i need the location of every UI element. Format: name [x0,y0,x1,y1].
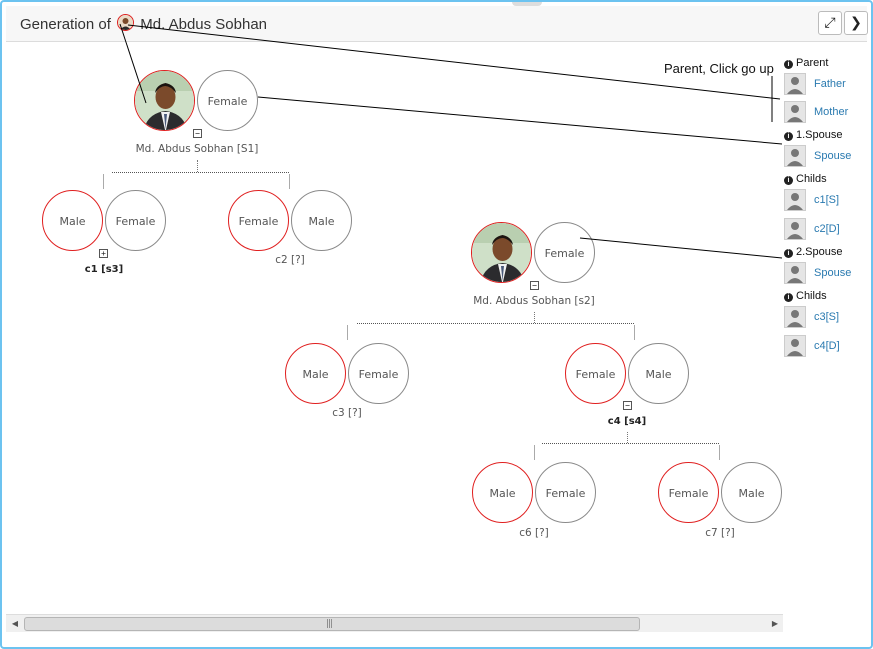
annotation-note: Parent, Click go up [664,61,774,76]
spouse-thumb[interactable] [784,145,806,167]
info-icon: i [784,60,793,69]
page-title: Generation of Md. Abdus Sobhan [20,14,267,33]
scroll-right-icon[interactable]: ▶ [768,615,782,632]
child-thumb[interactable] [784,189,806,211]
annotation-line [579,237,783,259]
person-silhouette-icon [785,336,805,356]
collapse-toggle[interactable]: − [530,281,539,290]
title-prefix: Generation of [20,16,111,33]
scrollbar-thumb[interactable]: ||| [24,617,640,631]
person-silhouette-icon [785,263,805,283]
sibling-line [112,172,289,173]
connector [103,174,104,189]
child-node-male[interactable]: Male [285,343,346,404]
person-silhouette-icon [785,190,805,210]
child-thumb[interactable] [784,218,806,240]
person-photo-node[interactable] [471,222,532,283]
sidebar-link-c2[interactable]: c2[D] [814,223,840,235]
info-icon: i [784,132,793,141]
person-silhouette-icon [785,307,805,327]
child-node-male[interactable]: Male [42,190,103,251]
spouse-node-female[interactable]: Female [197,70,258,131]
child-caption[interactable]: c1 [s3] [85,264,123,275]
spouse-node-female[interactable]: Female [534,222,595,283]
spouse-node-male[interactable]: Male [721,462,782,523]
sidebar-header-spouse-2: i 2.Spouse [784,246,842,258]
child-caption[interactable]: c7 [?] [705,527,735,539]
title-person-name[interactable]: Md. Abdus Sobhan [140,16,267,33]
sidebar-header-childs-2: i Childs [784,290,827,302]
sidebar-link-c1[interactable]: c1[S] [814,194,839,206]
person-silhouette-icon [785,219,805,239]
scroll-corner [783,614,867,644]
info-icon: i [784,176,793,185]
grip-icon: ||| [326,619,333,629]
connector [289,174,290,189]
scroll-left-icon[interactable]: ◀ [8,615,22,632]
spouse-node-female[interactable]: Female [348,343,409,404]
sidebar-header-spouse-1: i 1.Spouse [784,129,842,141]
person-silhouette-icon [785,74,805,94]
spouse-node-female[interactable]: Female [105,190,166,251]
child-thumb[interactable] [784,335,806,357]
person-photo-node[interactable] [134,70,195,131]
horizontal-scrollbar[interactable]: ◀ ||| ▶ [6,614,783,632]
info-icon: i [784,293,793,302]
child-thumb[interactable] [784,306,806,328]
connector [634,325,635,340]
child-caption[interactable]: c4 [s4] [608,416,646,427]
sidebar-header-parent: i Parent [784,57,828,69]
panel-header: Generation of Md. Abdus Sobhan ⤢ ❯ [6,6,868,42]
connector [534,445,535,460]
connector [197,160,198,172]
sidebar-link-mother[interactable]: Mother [814,106,848,118]
generation-panel: Generation of Md. Abdus Sobhan ⤢ ❯ Femal… [0,0,873,649]
connector [627,432,628,443]
title-avatar[interactable] [117,14,135,31]
person-photo [472,223,531,282]
collapse-toggle[interactable]: − [623,401,632,410]
sibling-line [542,443,719,444]
info-icon: i [784,249,793,258]
connector [534,312,535,323]
expand-icon: ⤢ [824,15,836,31]
spouse-thumb[interactable] [784,262,806,284]
connector [347,325,348,340]
annotation-lines [119,23,783,259]
sidebar-link-c4[interactable]: c4[D] [814,340,840,352]
child-node-female[interactable]: Female [565,343,626,404]
sidebar-link-spouse-2[interactable]: Spouse [814,267,851,279]
collapse-toggle[interactable]: − [193,129,202,138]
child-node-female[interactable]: Female [228,190,289,251]
chevron-right-icon: ❯ [850,15,862,31]
child-caption[interactable]: c6 [?] [519,527,549,539]
annotation-line [257,96,783,145]
sibling-line [357,323,634,324]
sidebar-header-childs-1: i Childs [784,173,827,185]
child-node-male[interactable]: Male [472,462,533,523]
spouse-node-female[interactable]: Female [535,462,596,523]
expand-button[interactable]: ⤢ [818,11,842,35]
sidebar-link-c3[interactable]: c3[S] [814,311,839,323]
sidebar-link-spouse-1[interactable]: Spouse [814,150,851,162]
mother-thumb[interactable] [784,101,806,123]
sidebar-link-father[interactable]: Father [814,78,846,90]
connector [719,445,720,460]
child-caption[interactable]: c3 [?] [332,407,362,419]
person-silhouette-icon [785,146,805,166]
next-button[interactable]: ❯ [844,11,868,35]
spouse-node-male[interactable]: Male [628,343,689,404]
child-caption[interactable]: c2 [?] [275,254,305,266]
person-silhouette-icon [785,102,805,122]
person-caption[interactable]: Md. Abdus Sobhan [S1] [136,143,259,155]
person-caption[interactable]: Md. Abdus Sobhan [s2] [473,295,595,307]
expand-toggle[interactable]: + [99,249,108,258]
child-node-female[interactable]: Female [658,462,719,523]
father-thumb[interactable] [784,73,806,95]
spouse-node-male[interactable]: Male [291,190,352,251]
person-photo [135,71,194,130]
